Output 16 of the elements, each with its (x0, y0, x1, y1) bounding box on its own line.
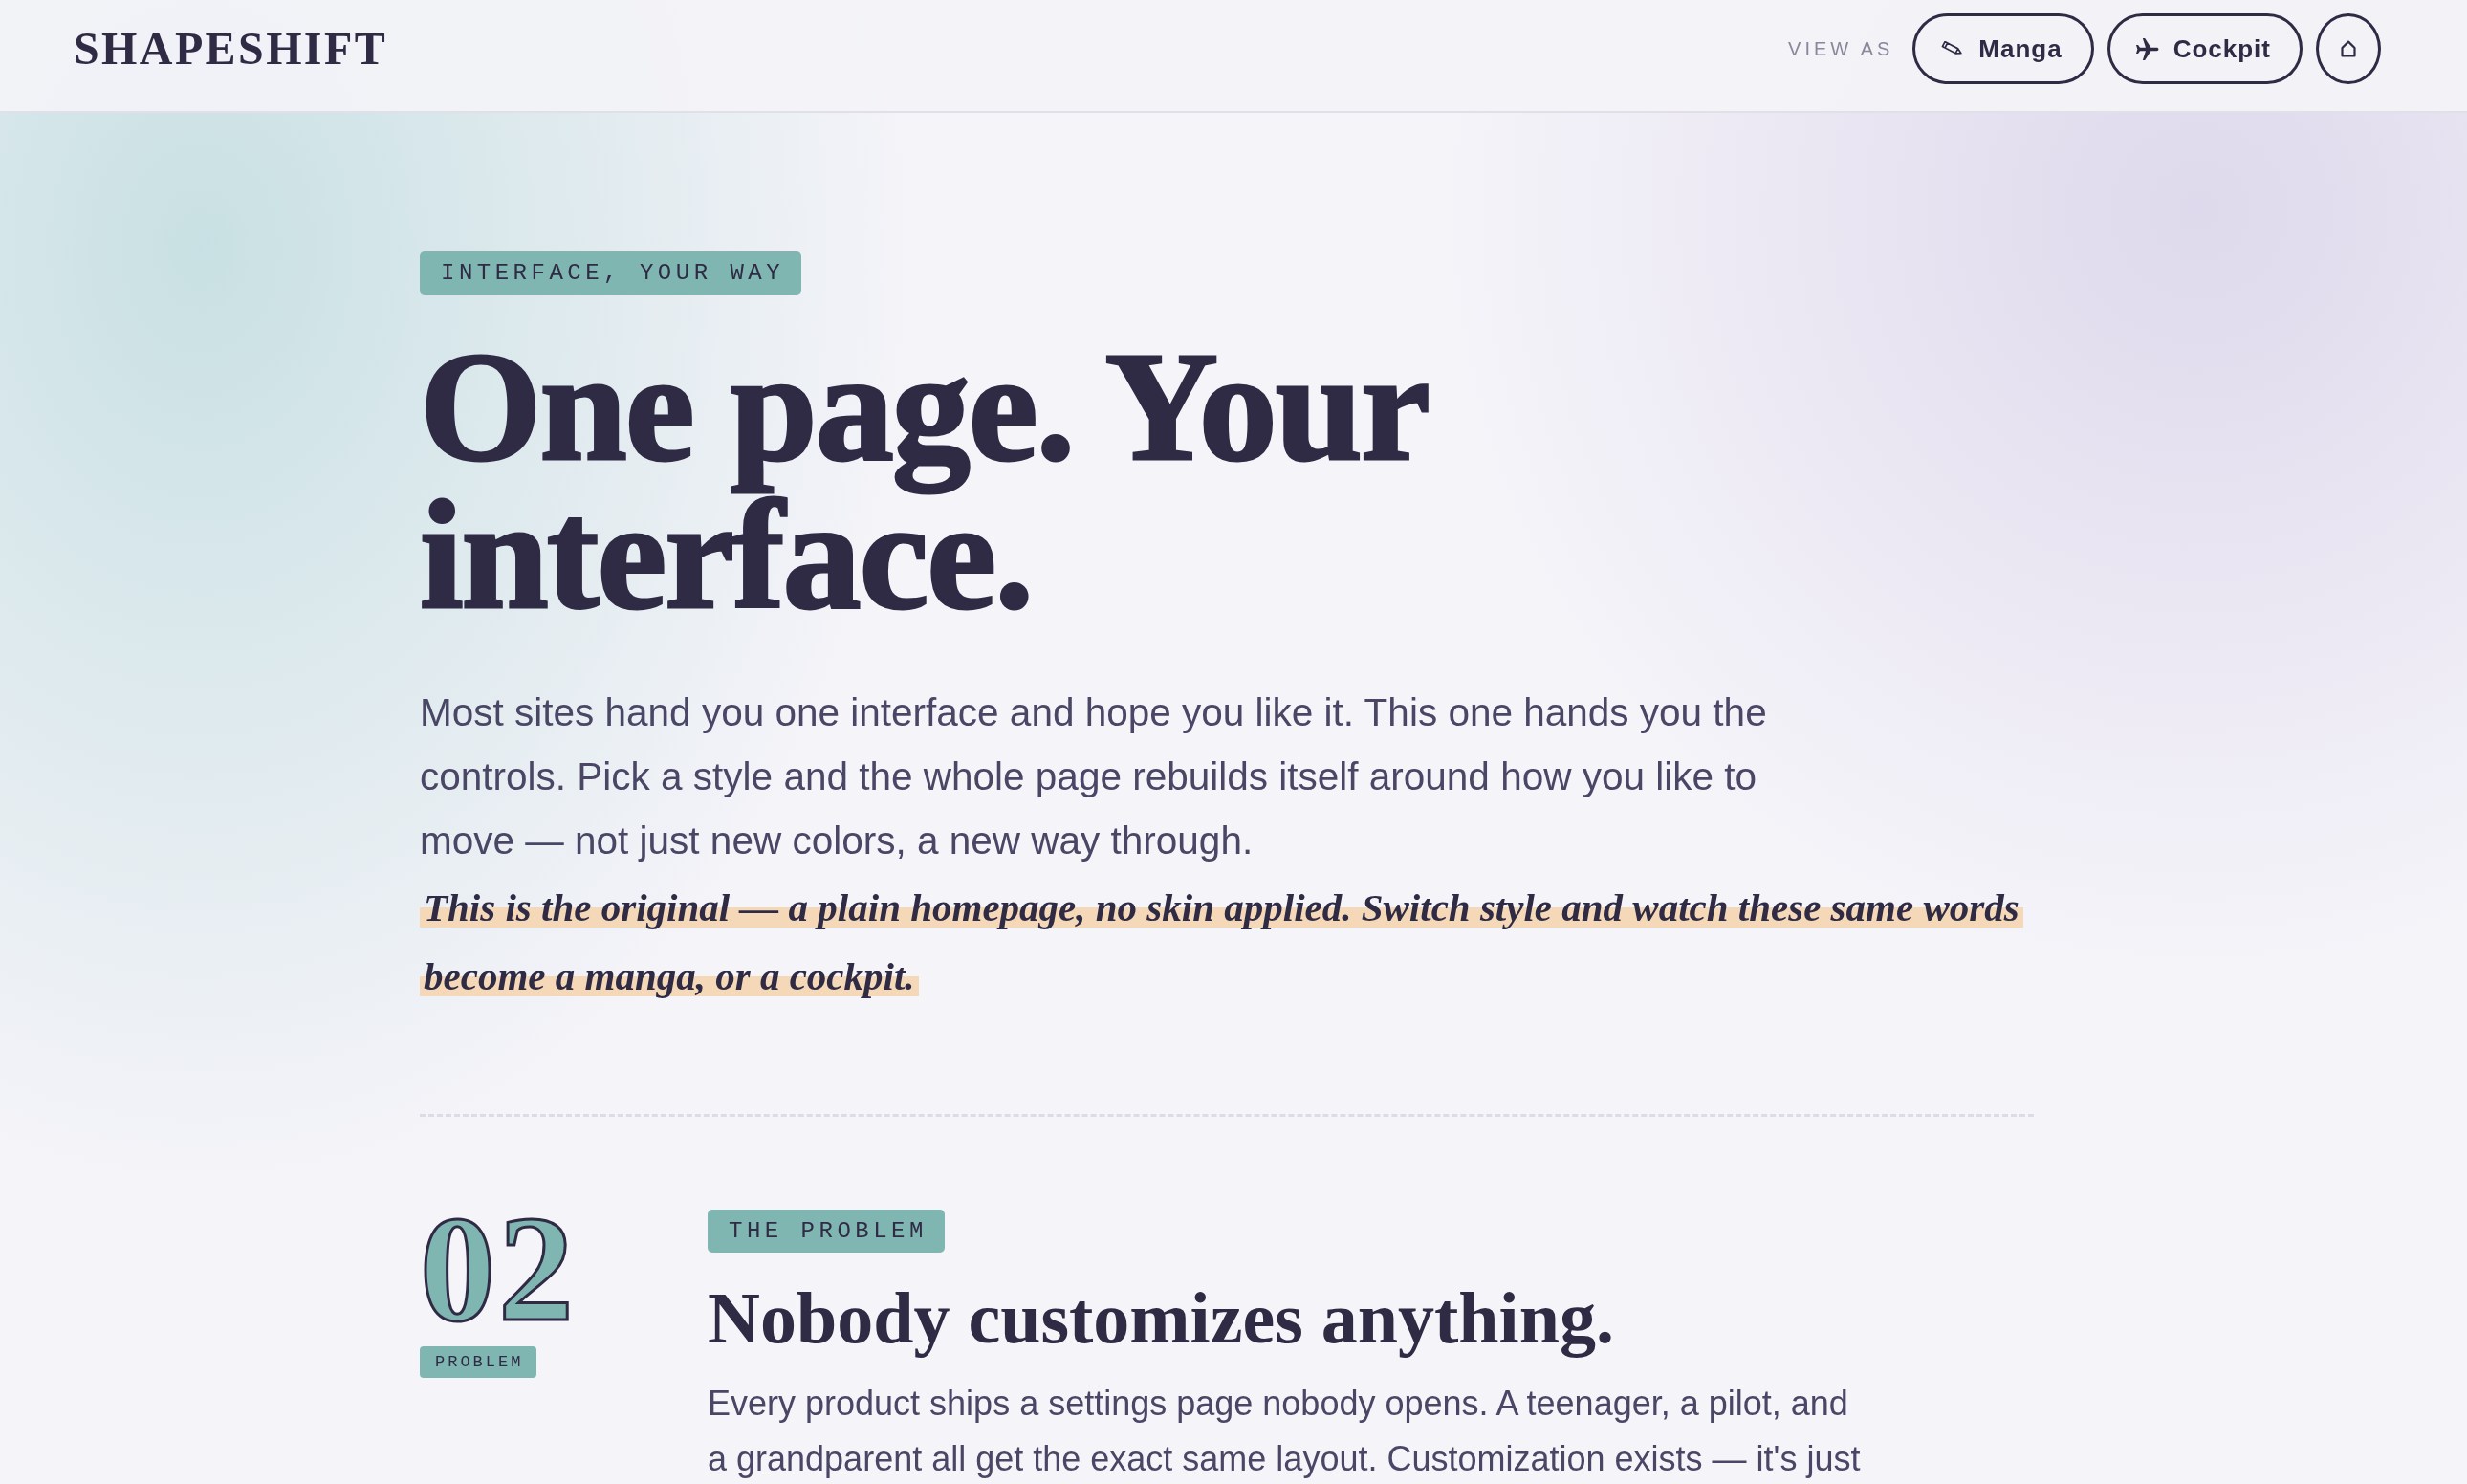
section-number-tag: PROBLEM (420, 1346, 537, 1378)
house-icon (2341, 40, 2356, 57)
section-heading: Nobody customizes anything. (708, 1277, 1614, 1360)
manga-button[interactable]: Manga (1912, 13, 2094, 84)
pencil-icon (1941, 41, 1965, 56)
view-as-label: VIEW AS (1788, 37, 1894, 60)
cockpit-button[interactable]: Cockpit (2107, 13, 2303, 84)
eyebrow-tag: INTERFACE, YOUR WAY (420, 251, 802, 295)
airplane-icon (2135, 37, 2159, 60)
eyebrow-tag: THE PROBLEM (708, 1210, 945, 1253)
section-number: 02 (420, 1204, 577, 1334)
hero-headline: One page. Your interface. (420, 332, 1428, 628)
logo: SHAPESHIFT (74, 26, 388, 72)
intro-paragraph: Most sites hand you one interface and hope you like it. This one hands you the controls. Pick a style and the whole page rebuilds itself around how you like to move — not just new colors, a new way through. (420, 689, 1768, 864)
section-paragraph: Every product ships a settings page nobody opens. A teenager, a pilot, and a grandparent all get the exact same layout. Customization exists — it's just (708, 1383, 1862, 1480)
home-button[interactable] (2316, 13, 2381, 84)
